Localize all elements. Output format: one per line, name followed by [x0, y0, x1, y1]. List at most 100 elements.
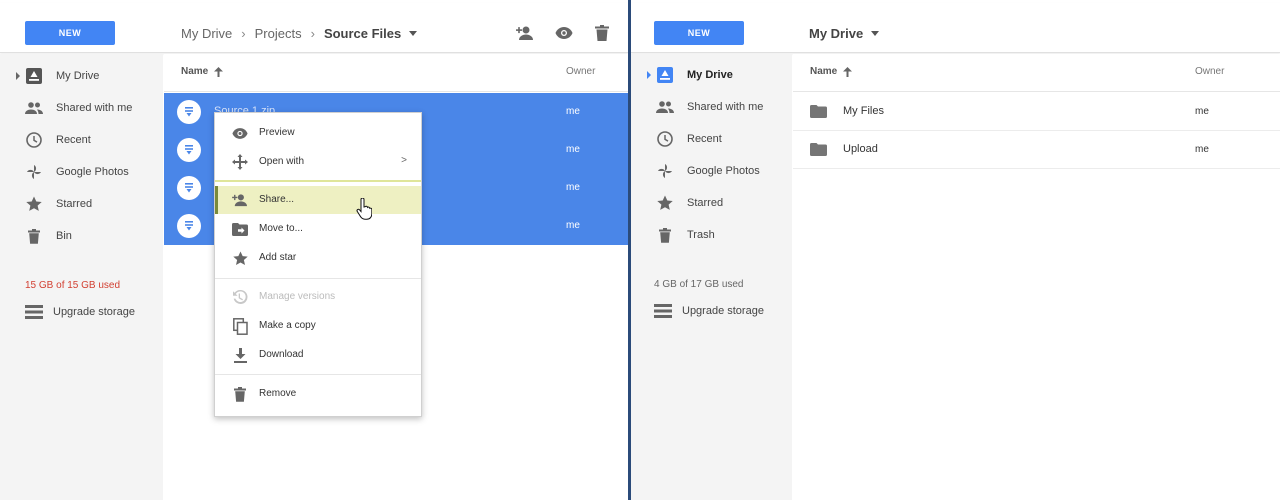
sidebar-item-my-drive[interactable]: My Drive [0, 60, 163, 92]
sidebar-item-starred[interactable]: Starred [631, 187, 792, 219]
breadcrumb-projects[interactable]: Projects [255, 26, 302, 41]
storage-usage: 4 GB of 17 GB used [654, 279, 744, 290]
file-list: Name Owner My Files me Upload me [793, 54, 1280, 500]
sidebar-item-label: Recent [687, 133, 722, 145]
clock-icon [655, 129, 675, 149]
sidebar-item-recent[interactable]: Recent [0, 124, 163, 156]
menu-item-label: Make a copy [259, 320, 316, 331]
history-icon [231, 288, 249, 306]
chevron-right-icon: › [310, 25, 315, 41]
sidebar-item-label: My Drive [687, 69, 733, 81]
eye-icon [231, 124, 249, 142]
sidebar-item-label: Starred [687, 197, 724, 209]
sidebar-item-bin[interactable]: Bin [0, 220, 163, 252]
sidebar-item-label: Shared with me [687, 101, 764, 113]
trash-icon [655, 225, 675, 245]
archive-file-icon [177, 100, 201, 124]
new-button[interactable]: NEW [25, 21, 115, 45]
sidebar-item-trash[interactable]: Trash [631, 219, 792, 251]
sidebar: My Drive Shared with me Recent Google Ph… [0, 54, 163, 500]
sidebar-item-shared[interactable]: Shared with me [631, 91, 792, 123]
file-owner: me [566, 182, 580, 193]
menu-item-manage-versions: Manage versions [215, 283, 421, 311]
breadcrumb-source-files[interactable]: Source Files [324, 26, 401, 41]
column-name-header[interactable]: Name [810, 66, 853, 77]
trash-icon [231, 385, 249, 403]
share-person-add-icon[interactable] [515, 23, 535, 43]
table-row[interactable]: My Files me [793, 93, 1280, 131]
folder-icon [810, 143, 827, 156]
sidebar-item-my-drive[interactable]: My Drive [631, 59, 792, 91]
sidebar-item-label: Trash [687, 229, 715, 241]
caret-down-icon[interactable] [409, 30, 418, 36]
folder-move-icon [231, 220, 249, 238]
menu-item-move-to[interactable]: Move to... [215, 215, 421, 243]
sidebar-item-google-photos[interactable]: Google Photos [631, 155, 792, 187]
sidebar-item-starred[interactable]: Starred [0, 188, 163, 220]
file-owner: me [566, 106, 580, 117]
list-header: Name Owner [793, 54, 1280, 92]
move-arrows-icon [231, 153, 249, 171]
column-name-label: Name [810, 66, 838, 77]
table-row[interactable]: Upload me [793, 131, 1280, 169]
expand-arrow-icon[interactable] [16, 72, 20, 80]
header-bar: NEW My Drive › Projects › Source Files [0, 3, 628, 53]
menu-item-label: Share... [259, 194, 295, 205]
sidebar-item-label: Starred [56, 198, 93, 210]
new-button[interactable]: NEW [654, 21, 744, 45]
menu-item-remove[interactable]: Remove [215, 380, 421, 408]
trash-icon[interactable] [592, 23, 612, 43]
menu-item-label: Download [259, 349, 304, 360]
archive-file-icon [177, 176, 201, 200]
menu-item-label: Preview [259, 127, 295, 138]
page-title[interactable]: My Drive [809, 26, 863, 41]
download-icon [231, 346, 249, 364]
sidebar-item-recent[interactable]: Recent [631, 123, 792, 155]
menu-item-open-with[interactable]: Open with > [215, 148, 421, 176]
menu-item-label: Move to... [259, 223, 303, 234]
sidebar-item-label: Google Photos [687, 165, 760, 177]
sidebar-item-label: My Drive [56, 70, 100, 82]
menu-item-make-copy[interactable]: Make a copy [215, 312, 421, 340]
storage-list-icon [25, 305, 43, 319]
arrow-up-icon [843, 66, 853, 77]
menu-item-download[interactable]: Download [215, 341, 421, 369]
menu-item-preview[interactable]: Preview [215, 119, 421, 147]
sidebar-item-google-photos[interactable]: Google Photos [0, 156, 163, 188]
upgrade-storage-label: Upgrade storage [53, 306, 135, 318]
expand-arrow-icon[interactable] [647, 71, 651, 79]
drive-icon [655, 65, 675, 85]
drive-window-left: NEW My Drive › Projects › Source Files M… [0, 0, 628, 500]
file-owner: me [1195, 144, 1209, 155]
chevron-right-icon: › [241, 25, 246, 41]
hand-cursor-icon [356, 198, 372, 220]
pinwheel-icon [655, 161, 675, 181]
copy-icon [231, 317, 249, 335]
sidebar-item-label: Recent [56, 134, 91, 146]
file-owner: me [566, 144, 580, 155]
star-icon [24, 194, 44, 214]
column-owner-header[interactable]: Owner [1195, 66, 1224, 77]
column-name-header[interactable]: Name [181, 66, 224, 77]
header-bar: NEW My Drive [631, 3, 1280, 53]
menu-item-label: Add star [259, 252, 297, 263]
menu-divider [215, 278, 421, 279]
menu-item-share[interactable]: Share... [215, 186, 421, 214]
upgrade-storage-link[interactable]: Upgrade storage [25, 302, 135, 322]
eye-icon[interactable] [554, 23, 574, 43]
archive-file-icon [177, 138, 201, 162]
menu-divider [215, 374, 421, 375]
sidebar-item-label: Shared with me [56, 102, 133, 114]
upgrade-storage-link[interactable]: Upgrade storage [654, 301, 764, 321]
menu-item-add-star[interactable]: Add star [215, 244, 421, 272]
sidebar-item-shared[interactable]: Shared with me [0, 92, 163, 124]
folder-icon [810, 105, 827, 118]
column-owner-header[interactable]: Owner [566, 66, 595, 77]
caret-down-icon[interactable] [871, 30, 880, 36]
people-icon [24, 98, 44, 118]
file-owner: me [566, 220, 580, 231]
sidebar-item-label: Google Photos [56, 166, 129, 178]
breadcrumb: My Drive › Projects › Source Files [181, 21, 418, 45]
folder-name: My Files [843, 105, 884, 117]
breadcrumb-my-drive[interactable]: My Drive [181, 26, 232, 41]
